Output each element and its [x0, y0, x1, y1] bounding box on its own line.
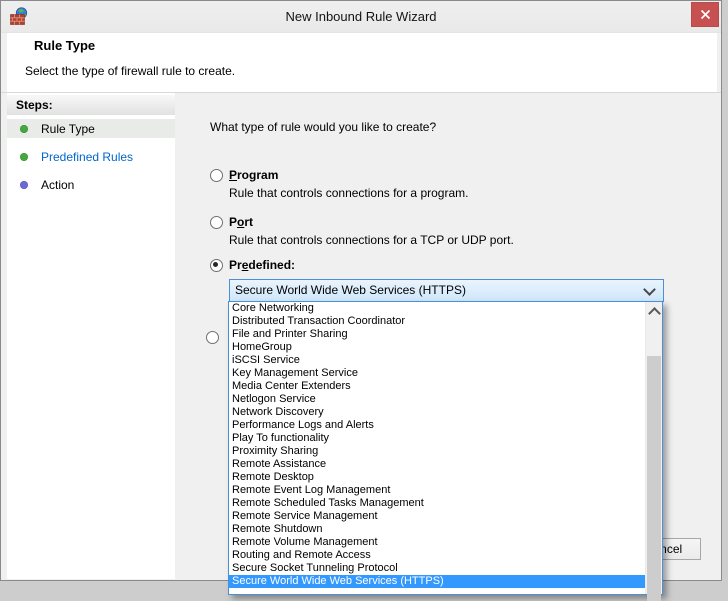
list-item[interactable]: Media Center Extenders: [229, 380, 645, 393]
rule-type-question: What type of rule would you like to crea…: [210, 120, 436, 134]
titlebar: New Inbound Rule Wizard: [1, 1, 721, 33]
port-radio-label[interactable]: Port: [229, 215, 253, 229]
step-bullet-icon: [20, 181, 28, 189]
list-item[interactable]: Secure Socket Tunneling Protocol: [229, 562, 645, 575]
predefined-combobox[interactable]: Secure World Wide Web Services (HTTPS): [229, 279, 664, 302]
list-item[interactable]: Remote Scheduled Tasks Management: [229, 497, 645, 510]
list-item[interactable]: Remote Shutdown: [229, 523, 645, 536]
list-item[interactable]: Routing and Remote Access: [229, 549, 645, 562]
close-icon: [700, 9, 711, 20]
list-item[interactable]: iSCSI Service: [229, 354, 645, 367]
page-title: Rule Type: [34, 38, 95, 53]
window-title: New Inbound Rule Wizard: [1, 1, 721, 32]
chevron-down-icon: [643, 283, 656, 296]
port-radio[interactable]: [210, 216, 223, 229]
step-bullet-icon: [20, 153, 28, 161]
steps-list: Rule Type Predefined Rules Action: [7, 119, 175, 194]
list-item[interactable]: Remote Event Log Management: [229, 484, 645, 497]
wizard-header: Rule Type Select the type of firewall ru…: [7, 33, 717, 93]
scroll-up-button[interactable]: [646, 302, 662, 319]
list-item[interactable]: File and Printer Sharing: [229, 328, 645, 341]
step-label: Rule Type: [41, 122, 95, 136]
program-radio[interactable]: [210, 169, 223, 182]
close-button[interactable]: [691, 2, 719, 27]
list-item[interactable]: Performance Logs and Alerts: [229, 419, 645, 432]
predefined-dropdown: Core NetworkingDistributed Transaction C…: [228, 301, 663, 595]
list-item[interactable]: Key Management Service: [229, 367, 645, 380]
step-label: Action: [41, 178, 74, 192]
list-item[interactable]: Secure World Wide Web Services (HTTPS): [229, 575, 645, 588]
list-item[interactable]: Netlogon Service: [229, 393, 645, 406]
port-description: Rule that controls connections for a TCP…: [229, 233, 514, 247]
step-label: Predefined Rules: [41, 150, 133, 164]
list-item[interactable]: Proximity Sharing: [229, 445, 645, 458]
list-item[interactable]: Network Discovery: [229, 406, 645, 419]
combobox-value: Secure World Wide Web Services (HTTPS): [235, 280, 466, 301]
sidebar-item-rule-type: Rule Type: [7, 119, 175, 138]
predefined-radio[interactable]: [210, 259, 223, 272]
list-item[interactable]: Remote Volume Management: [229, 536, 645, 549]
list-item[interactable]: Remote Desktop: [229, 471, 645, 484]
list-item[interactable]: Distributed Transaction Coordinator: [229, 315, 645, 328]
list-item[interactable]: Remote Service Management: [229, 510, 645, 523]
steps-sidebar: Steps: Rule Type Predefined Rules Action: [7, 93, 175, 579]
custom-radio[interactable]: [206, 331, 219, 344]
predefined-radio-label[interactable]: Predefined:: [229, 258, 295, 272]
predefined-dropdown-list: Core NetworkingDistributed Transaction C…: [229, 302, 645, 594]
dropdown-scrollbar[interactable]: [645, 302, 662, 594]
chevron-up-icon: [648, 307, 661, 320]
list-item[interactable]: Core Networking: [229, 302, 645, 315]
list-item[interactable]: Remote Assistance: [229, 458, 645, 471]
page-subtitle: Select the type of firewall rule to crea…: [25, 64, 235, 78]
program-radio-label[interactable]: Program: [229, 168, 278, 182]
list-item[interactable]: Play To functionality: [229, 432, 645, 445]
sidebar-item-action: Action: [7, 175, 175, 194]
sidebar-item-predefined-rules[interactable]: Predefined Rules: [7, 147, 175, 166]
list-item[interactable]: HomeGroup: [229, 341, 645, 354]
program-description: Rule that controls connections for a pro…: [229, 186, 468, 200]
steps-heading: Steps:: [7, 95, 175, 115]
scrollbar-thumb[interactable]: [647, 356, 661, 601]
step-bullet-icon: [20, 125, 28, 133]
screen: { "colors": { "selection_blue": "#3399ff…: [0, 0, 728, 588]
